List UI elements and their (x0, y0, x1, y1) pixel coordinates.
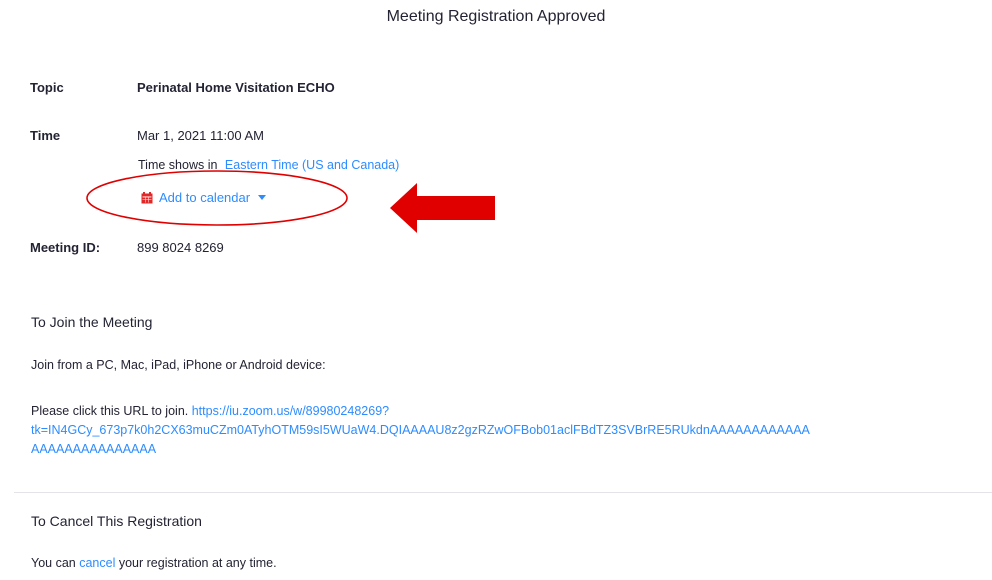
join-url-part2[interactable]: tk=IN4GCy_673p7k0h2CX63muCZm0ATyhOTM59sI… (31, 423, 810, 437)
join-heading: To Join the Meeting (31, 314, 153, 330)
timezone-link[interactable]: Eastern Time (US and Canada) (225, 158, 399, 172)
join-url-block: Please click this URL to join. https://i… (31, 402, 991, 459)
cancel-text: You can cancel your registration at any … (31, 556, 277, 570)
cancel-text-before: You can (31, 556, 76, 570)
join-url-part1[interactable]: https://iu.zoom.us/w/89980248269? (192, 404, 389, 418)
timezone-prefix: Time shows in (138, 158, 218, 172)
join-devices-text: Join from a PC, Mac, iPad, iPhone or And… (31, 358, 326, 372)
cancel-link[interactable]: cancel (79, 556, 115, 570)
time-label: Time (30, 128, 61, 143)
add-to-calendar[interactable]: Add to calendar (141, 190, 267, 205)
join-url-part3[interactable]: AAAAAAAAAAAAAAA (31, 442, 156, 456)
page-title: Meeting Registration Approved (386, 8, 606, 25)
chevron-down-icon[interactable] (258, 195, 267, 200)
topic-label: Topic (30, 80, 64, 95)
divider (14, 492, 992, 493)
annotation-arrow (390, 183, 495, 233)
topic-value: Perinatal Home Visitation ECHO (137, 80, 335, 95)
cancel-heading: To Cancel This Registration (31, 513, 202, 529)
meeting-id-value: 899 8024 8269 (137, 240, 224, 255)
timezone-row: Time shows in Eastern Time (US and Canad… (138, 158, 399, 172)
time-value: Mar 1, 2021 11:00 AM (137, 128, 264, 143)
join-url-prefix: Please click this URL to join. (31, 404, 189, 418)
meeting-id-label: Meeting ID: (30, 240, 101, 255)
cancel-text-after: your registration at any time. (118, 556, 277, 570)
add-to-calendar-link[interactable]: Add to calendar (159, 190, 250, 205)
calendar-icon (141, 191, 153, 203)
